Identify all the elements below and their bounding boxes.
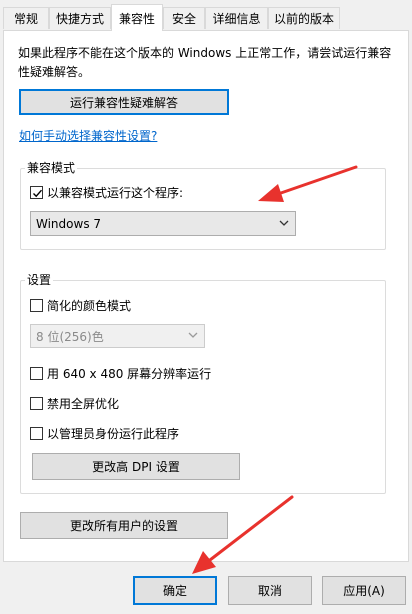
change-all-users-button[interactable]: 更改所有用户的设置: [20, 512, 228, 539]
button-label: 取消: [257, 584, 282, 598]
button-label: 应用(A): [343, 584, 385, 598]
tab-label: 快捷方式: [55, 12, 104, 26]
ok-button[interactable]: 确定: [133, 576, 217, 605]
tab-label: 以前的版本: [273, 12, 334, 26]
manual-settings-link[interactable]: 如何手动选择兼容性设置?: [19, 127, 157, 144]
color-depth-value: 8 位(256)色: [36, 329, 104, 344]
apply-button[interactable]: 应用(A): [322, 576, 406, 605]
compat-os-select[interactable]: Windows 7: [30, 211, 296, 236]
resolution-row[interactable]: 用 640 x 480 屏幕分辨率运行: [30, 365, 211, 382]
button-label: 更改所有用户的设置: [69, 519, 178, 533]
fullscreen-row[interactable]: 禁用全屏优化: [30, 395, 119, 412]
compat-mode-group: [20, 168, 386, 250]
checkmark-icon: [33, 189, 43, 198]
tab-previous-versions[interactable]: 以前的版本: [268, 7, 340, 29]
compatibility-panel: 如果此程序不能在这个版本的 Windows 上正常工作，请尝试运行兼容性疑难解答…: [3, 30, 409, 562]
tab-label: 常规: [13, 12, 38, 26]
tab-shortcut[interactable]: 快捷方式: [49, 7, 111, 29]
run-troubleshooter-button[interactable]: 运行兼容性疑难解答: [19, 89, 229, 115]
resolution-label: 用 640 x 480 屏幕分辨率运行: [47, 367, 212, 381]
compat-mode-checkbox-label: 以兼容模式运行这个程序:: [47, 186, 184, 200]
button-label: 更改高 DPI 设置: [92, 460, 180, 474]
compat-mode-title: 兼容模式: [25, 159, 78, 176]
settings-title: 设置: [25, 271, 54, 288]
reduced-color-checkbox[interactable]: [30, 299, 43, 312]
tab-label: 安全: [171, 12, 196, 26]
admin-checkbox[interactable]: [30, 427, 43, 440]
reduced-color-label: 简化的颜色模式: [47, 299, 132, 313]
color-depth-select[interactable]: 8 位(256)色: [30, 324, 205, 348]
fullscreen-checkbox[interactable]: [30, 397, 43, 410]
info-text: 如果此程序不能在这个版本的 Windows 上正常工作，请尝试运行兼容性疑难解答…: [18, 46, 392, 79]
tab-label: 兼容性: [118, 11, 155, 26]
tab-bar: 常规 快捷方式 兼容性 安全 详细信息 以前的版本: [0, 0, 412, 31]
compat-os-value: Windows 7: [36, 216, 102, 231]
compat-mode-checkbox-row[interactable]: 以兼容模式运行这个程序:: [30, 184, 183, 201]
button-label: 运行兼容性疑难解答: [69, 95, 178, 110]
tab-compatibility[interactable]: 兼容性: [111, 4, 163, 31]
fullscreen-label: 禁用全屏优化: [47, 397, 120, 411]
button-label: 确定: [162, 584, 187, 598]
reduced-color-row[interactable]: 简化的颜色模式: [30, 297, 131, 314]
compat-mode-checkbox[interactable]: [30, 186, 43, 199]
tab-label: 详细信息: [212, 12, 261, 26]
resolution-checkbox[interactable]: [30, 367, 43, 380]
tab-details[interactable]: 详细信息: [205, 7, 268, 29]
tab-general[interactable]: 常规: [3, 7, 49, 29]
change-dpi-button[interactable]: 更改高 DPI 设置: [32, 453, 240, 480]
admin-row[interactable]: 以管理员身份运行此程序: [30, 425, 179, 442]
cancel-button[interactable]: 取消: [228, 576, 312, 605]
admin-label: 以管理员身份运行此程序: [47, 427, 180, 441]
chevron-down-icon: [279, 220, 289, 226]
tab-security[interactable]: 安全: [163, 7, 205, 29]
chevron-down-icon: [188, 332, 198, 338]
